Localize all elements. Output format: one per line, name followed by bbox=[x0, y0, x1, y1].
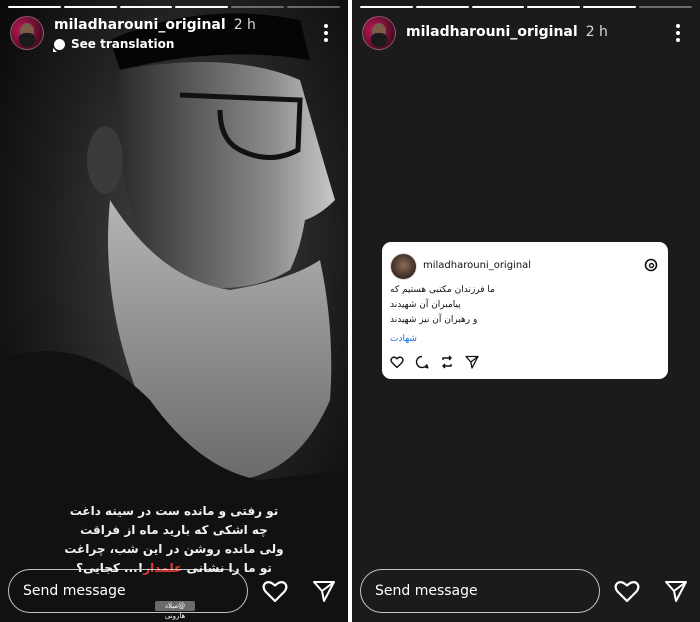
stories-viewer: miladharouni_original 2 h See translatio… bbox=[0, 0, 700, 622]
heart-icon[interactable] bbox=[390, 354, 404, 369]
story-reply-bar: Send message bbox=[8, 568, 338, 614]
story-left[interactable]: miladharouni_original 2 h See translatio… bbox=[0, 0, 348, 622]
story-header: miladharouni_original 2 h See translatio… bbox=[10, 16, 340, 52]
translate-icon bbox=[53, 38, 65, 52]
poem-line: ولی مانده روشن در این شب، چراغت bbox=[64, 542, 284, 556]
poem-line: تو رفتی و مانده ست در سینه داغت bbox=[69, 504, 279, 518]
progress-segment bbox=[231, 6, 285, 8]
more-icon[interactable] bbox=[676, 24, 680, 42]
story-username[interactable]: miladharouni_original bbox=[54, 17, 226, 33]
avatar[interactable] bbox=[362, 16, 396, 50]
progress-segment bbox=[583, 6, 637, 8]
card-line: و رهبران آن نیز شهیدند bbox=[390, 315, 478, 325]
repost-icon[interactable] bbox=[440, 354, 454, 369]
story-progress bbox=[8, 6, 340, 8]
card-text: ما فرزندان مکتبی هستیم که پیامبران آن شه… bbox=[390, 283, 610, 328]
progress-segment bbox=[527, 6, 581, 8]
story-reply-bar: Send message bbox=[360, 568, 690, 614]
send-icon[interactable] bbox=[661, 576, 690, 606]
story-header: miladharouni_original 2 h bbox=[362, 16, 692, 52]
progress-segment bbox=[63, 6, 117, 8]
progress-segment bbox=[8, 6, 61, 8]
card-avatar bbox=[390, 253, 417, 280]
see-translation-button[interactable]: See translation bbox=[53, 37, 256, 52]
story-poem: تو رفتی و مانده ست در سینه داغت چه اشکی … bbox=[60, 502, 288, 578]
progress-segment bbox=[175, 6, 229, 8]
card-line: پیامبران آن شهیدند bbox=[390, 300, 461, 310]
story-time: 2 h bbox=[585, 24, 608, 40]
story-right[interactable]: miladharouni_original 2 h miladharouni_o… bbox=[352, 0, 700, 622]
send-message-input[interactable]: Send message bbox=[360, 569, 601, 613]
progress-segment bbox=[471, 6, 525, 8]
threads-post-card[interactable]: miladharouni_original ما فرزندان مکتبی ه… bbox=[382, 242, 668, 379]
comment-icon[interactable] bbox=[415, 354, 429, 369]
story-username[interactable]: miladharouni_original bbox=[406, 24, 578, 40]
avatar[interactable] bbox=[10, 16, 44, 50]
send-message-input[interactable]: Send message bbox=[8, 569, 249, 613]
card-actions bbox=[390, 354, 479, 369]
progress-segment bbox=[119, 6, 173, 8]
progress-segment bbox=[415, 6, 469, 8]
story-time: 2 h bbox=[233, 17, 256, 33]
poem-line: چه اشکی که بارید ماه از فراقت bbox=[80, 523, 268, 537]
heart-icon[interactable] bbox=[260, 576, 289, 606]
story-progress bbox=[360, 6, 692, 8]
card-username: miladharouni_original bbox=[423, 260, 532, 271]
progress-segment bbox=[360, 6, 413, 8]
card-line: ما فرزندان مکتبی هستیم که bbox=[390, 285, 495, 295]
see-translation-label: See translation bbox=[71, 37, 175, 51]
send-icon[interactable] bbox=[465, 354, 479, 369]
threads-icon bbox=[644, 258, 658, 272]
card-hashtag[interactable]: شهادت bbox=[390, 334, 417, 344]
send-icon[interactable] bbox=[309, 576, 338, 606]
heart-icon[interactable] bbox=[612, 576, 641, 606]
progress-segment bbox=[287, 6, 340, 8]
more-icon[interactable] bbox=[324, 24, 328, 42]
progress-segment bbox=[639, 6, 692, 8]
